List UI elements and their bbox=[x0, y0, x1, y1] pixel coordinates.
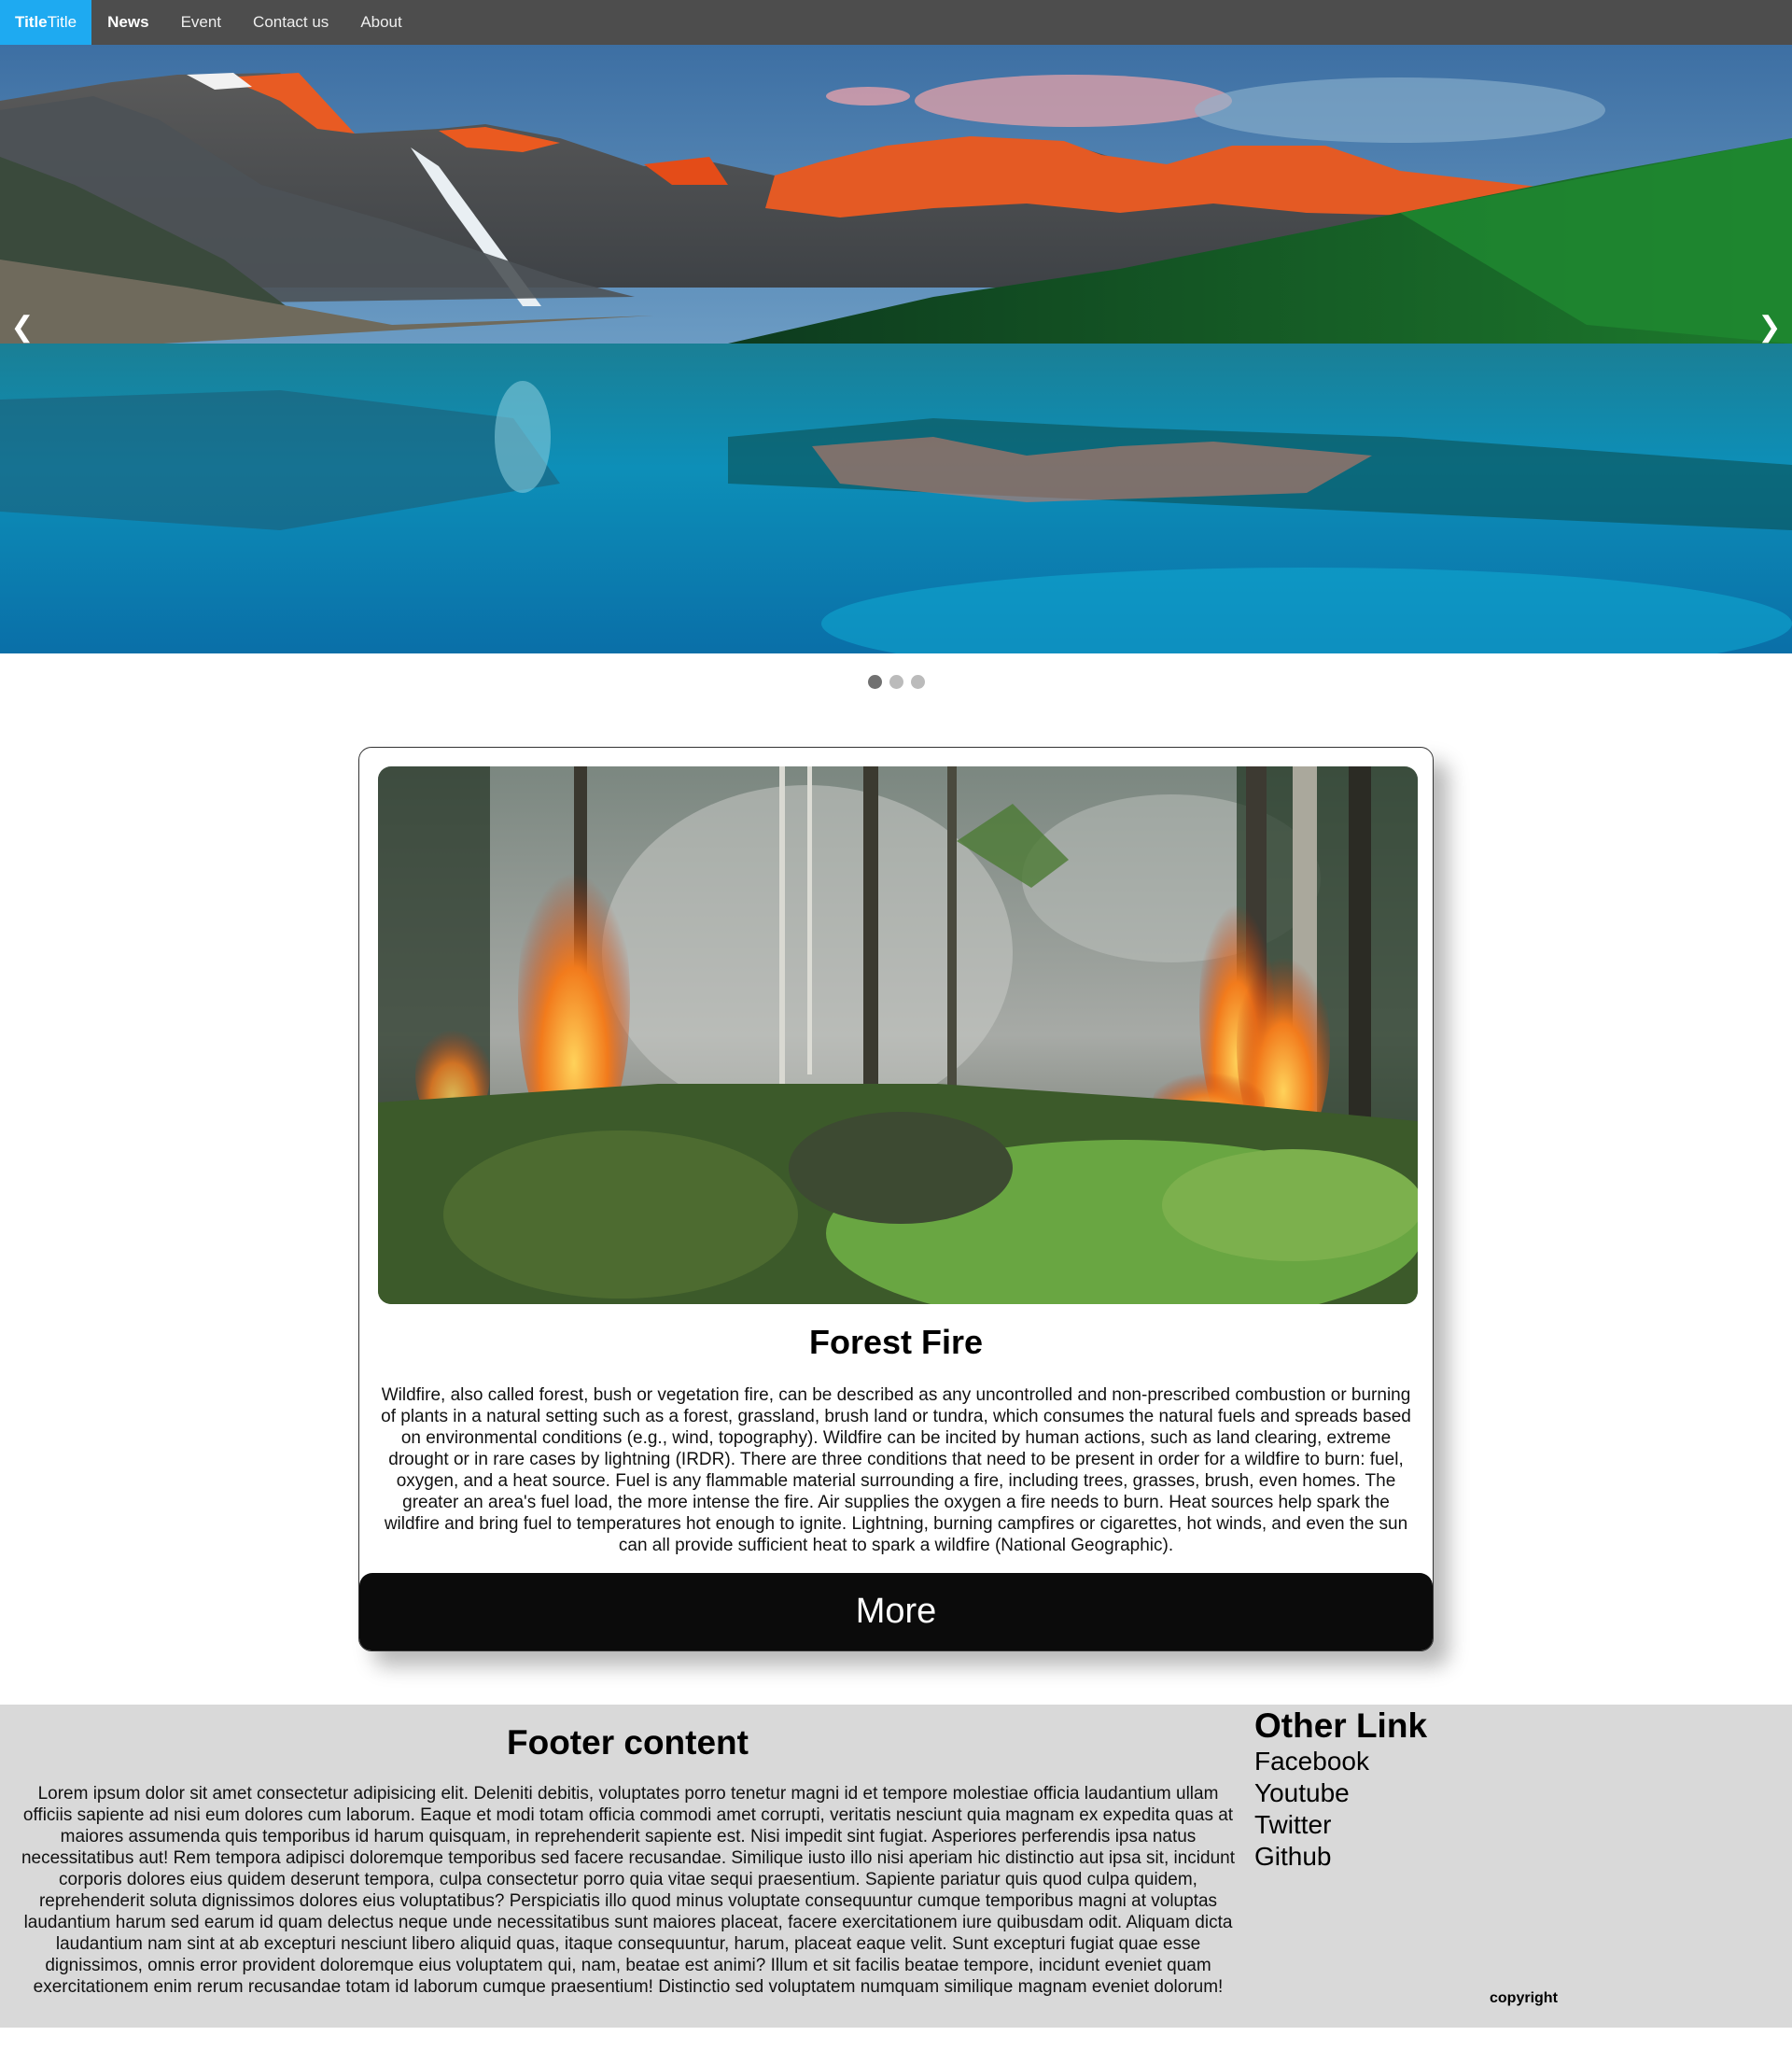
carousel-dot-1[interactable] bbox=[867, 675, 882, 689]
forest-fire-image bbox=[378, 766, 1418, 1304]
other-links-section: Other Link Facebook Youtube Twitter Gith… bbox=[1254, 1705, 1777, 2028]
nav-link-contact[interactable]: Contact us bbox=[237, 0, 344, 45]
hero-carousel: ❮ ❯ bbox=[0, 45, 1792, 653]
brand-logo[interactable]: Title Title bbox=[0, 0, 92, 45]
news-card: Forest Fire Wildfire, also called forest… bbox=[358, 747, 1434, 1651]
page-footer: Footer content Lorem ipsum dolor sit ame… bbox=[0, 1705, 1792, 2028]
brand-rest: Title bbox=[47, 13, 77, 31]
top-navbar: Title Title News Event Contact us About bbox=[0, 0, 1792, 45]
other-links-title: Other Link bbox=[1254, 1706, 1428, 1745]
link-twitter[interactable]: Twitter bbox=[1254, 1809, 1369, 1841]
nav-link-event[interactable]: Event bbox=[165, 0, 237, 45]
carousel-dot-2[interactable] bbox=[889, 675, 903, 689]
link-github[interactable]: Github bbox=[1254, 1841, 1369, 1873]
footer-content-section: Footer content Lorem ipsum dolor sit ame… bbox=[0, 1705, 1255, 2028]
link-facebook[interactable]: Facebook bbox=[1254, 1746, 1369, 1777]
carousel-indicators bbox=[0, 675, 1792, 689]
more-button[interactable]: More bbox=[359, 1573, 1433, 1650]
carousel-prev-icon[interactable]: ❮ bbox=[4, 311, 41, 344]
mountain-lake-image bbox=[0, 45, 1792, 653]
nav-link-about[interactable]: About bbox=[344, 0, 417, 45]
card-title: Forest Fire bbox=[808, 1323, 984, 1361]
copyright-text: copyright bbox=[1490, 1990, 1558, 2006]
nav-link-news[interactable]: News bbox=[91, 0, 164, 45]
card-description: Wildfire, also called forest, bush or ve… bbox=[381, 1385, 1411, 1555]
link-youtube[interactable]: Youtube bbox=[1254, 1777, 1369, 1809]
brand-bold: Title bbox=[15, 13, 48, 31]
carousel-dot-3[interactable] bbox=[910, 675, 925, 689]
footer-text: Lorem ipsum dolor sit amet consectetur a… bbox=[21, 1784, 1236, 1997]
footer-title: Footer content bbox=[507, 1723, 749, 1762]
other-links-list: Facebook Youtube Twitter Github bbox=[1254, 1746, 1369, 1873]
carousel-next-icon[interactable]: ❯ bbox=[1751, 311, 1788, 344]
